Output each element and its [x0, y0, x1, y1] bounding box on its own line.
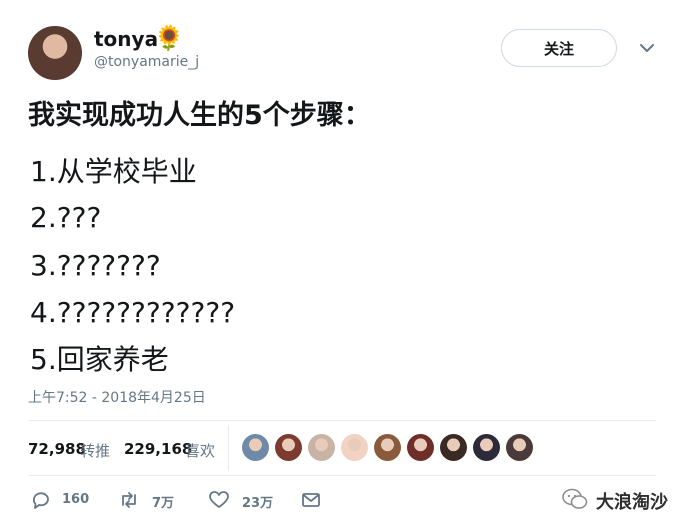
liker-avatar[interactable]	[308, 434, 335, 461]
divider	[28, 475, 656, 476]
wechat-icon	[562, 488, 588, 509]
liker-avatar[interactable]	[473, 434, 500, 461]
liker-avatar[interactable]	[341, 434, 368, 461]
reply-icon[interactable]	[30, 489, 52, 511]
tweet-headline: 我实现成功人生的5个步骤：	[28, 100, 371, 131]
divider	[28, 420, 656, 421]
likes-label[interactable]: 喜欢	[185, 440, 215, 461]
retweets-count[interactable]: 72,988	[28, 440, 86, 458]
retweets-label[interactable]: 转推	[80, 440, 110, 461]
liker-avatar[interactable]	[275, 434, 302, 461]
avatar[interactable]	[28, 26, 82, 80]
liker-avatar[interactable]	[242, 434, 269, 461]
liker-avatar[interactable]	[407, 434, 434, 461]
tweet-step-3: 3.???????	[30, 249, 161, 282]
stats-divider	[228, 425, 229, 471]
display-name[interactable]: tonya	[94, 27, 158, 51]
tweet-step-2: 2.???	[30, 201, 102, 234]
watermark-text: 大浪淘沙	[596, 492, 668, 513]
reply-count: 160	[62, 492, 90, 507]
chevron-down-icon[interactable]	[638, 39, 656, 57]
sunflower-emoji: 🌻	[154, 24, 184, 52]
user-handle[interactable]: @tonyamarie_j	[94, 54, 199, 70]
liker-avatar[interactable]	[506, 434, 533, 461]
tweet-step-1: 1.从学校毕业	[30, 155, 197, 188]
follow-button-label: 关注	[543, 39, 574, 58]
like-count: 23万	[242, 496, 274, 511]
likes-count[interactable]: 229,168	[124, 440, 192, 458]
heart-icon[interactable]	[208, 489, 230, 511]
tweet-step-4: 4.????????????	[30, 296, 236, 329]
follow-button[interactable]: 关注	[501, 29, 617, 67]
retweet-icon[interactable]	[118, 489, 140, 511]
message-icon[interactable]	[300, 489, 322, 511]
retweet-count: 7万	[152, 496, 175, 511]
liker-avatar[interactable]	[374, 434, 401, 461]
liker-avatar[interactable]	[440, 434, 467, 461]
tweet-timestamp[interactable]: 上午7:52 - 2018年4月25日	[28, 387, 206, 407]
tweet-step-5: 5.回家养老	[30, 343, 169, 376]
